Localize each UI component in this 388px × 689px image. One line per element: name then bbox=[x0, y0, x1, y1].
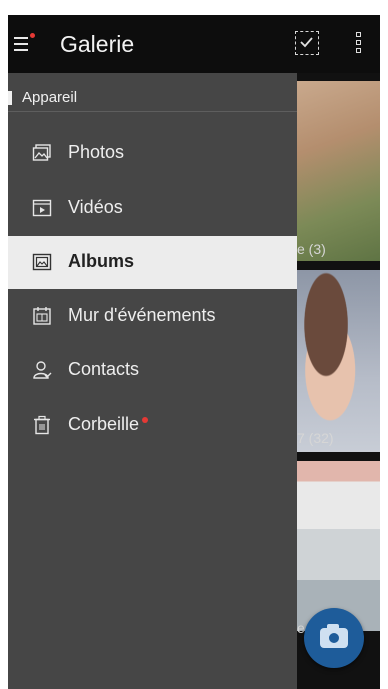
app-screen: Galerie e (3) 7 (32) e (1) Appareil bbox=[8, 15, 380, 689]
drawer-item-label: Vidéos bbox=[68, 197, 123, 217]
video-icon bbox=[32, 198, 52, 218]
album-thumbnail[interactable] bbox=[297, 270, 380, 452]
album-thumbnail[interactable] bbox=[297, 461, 380, 631]
drawer-item-label: Mur d'événements bbox=[68, 305, 216, 325]
notification-dot bbox=[142, 417, 148, 423]
album-caption: e (3) bbox=[297, 241, 326, 257]
drawer-item-label: Photos bbox=[68, 142, 125, 162]
drawer-item-photos[interactable]: Photos bbox=[8, 127, 297, 180]
navigation-drawer: Appareil Photos Vidéos Albums Mur d'évén bbox=[8, 73, 297, 689]
drawer-item-trash[interactable]: Corbeille bbox=[8, 399, 297, 452]
drawer-item-videos[interactable]: Vidéos bbox=[8, 182, 297, 235]
app-title: Galerie bbox=[60, 31, 135, 57]
album-icon bbox=[32, 252, 52, 272]
drawer-item-albums[interactable]: Albums bbox=[8, 236, 297, 289]
album-thumbnail[interactable] bbox=[297, 81, 380, 261]
contacts-icon bbox=[32, 360, 52, 380]
section-header: Appareil bbox=[8, 87, 297, 112]
drawer-item-contacts[interactable]: Contacts bbox=[8, 344, 297, 397]
event-wall-icon bbox=[32, 306, 52, 326]
photos-icon bbox=[32, 143, 52, 163]
hamburger-menu-icon[interactable] bbox=[14, 33, 36, 56]
drawer-item-label: Albums bbox=[68, 251, 135, 271]
album-caption: 7 (32) bbox=[297, 430, 334, 446]
camera-button[interactable] bbox=[304, 608, 364, 668]
notification-dot bbox=[30, 33, 35, 38]
section-label: Appareil bbox=[22, 89, 78, 106]
drawer-item-label: Corbeille bbox=[68, 414, 140, 434]
trash-icon bbox=[32, 415, 52, 435]
drawer-item-label: Contacts bbox=[68, 359, 140, 379]
app-bar: Galerie bbox=[8, 15, 380, 73]
drawer-item-event-wall[interactable]: Mur d'événements bbox=[8, 290, 297, 343]
album-grid: e (3) 7 (32) e (1) bbox=[297, 73, 380, 689]
select-checkbox-icon[interactable] bbox=[295, 31, 319, 55]
more-vert-icon[interactable] bbox=[356, 32, 362, 56]
